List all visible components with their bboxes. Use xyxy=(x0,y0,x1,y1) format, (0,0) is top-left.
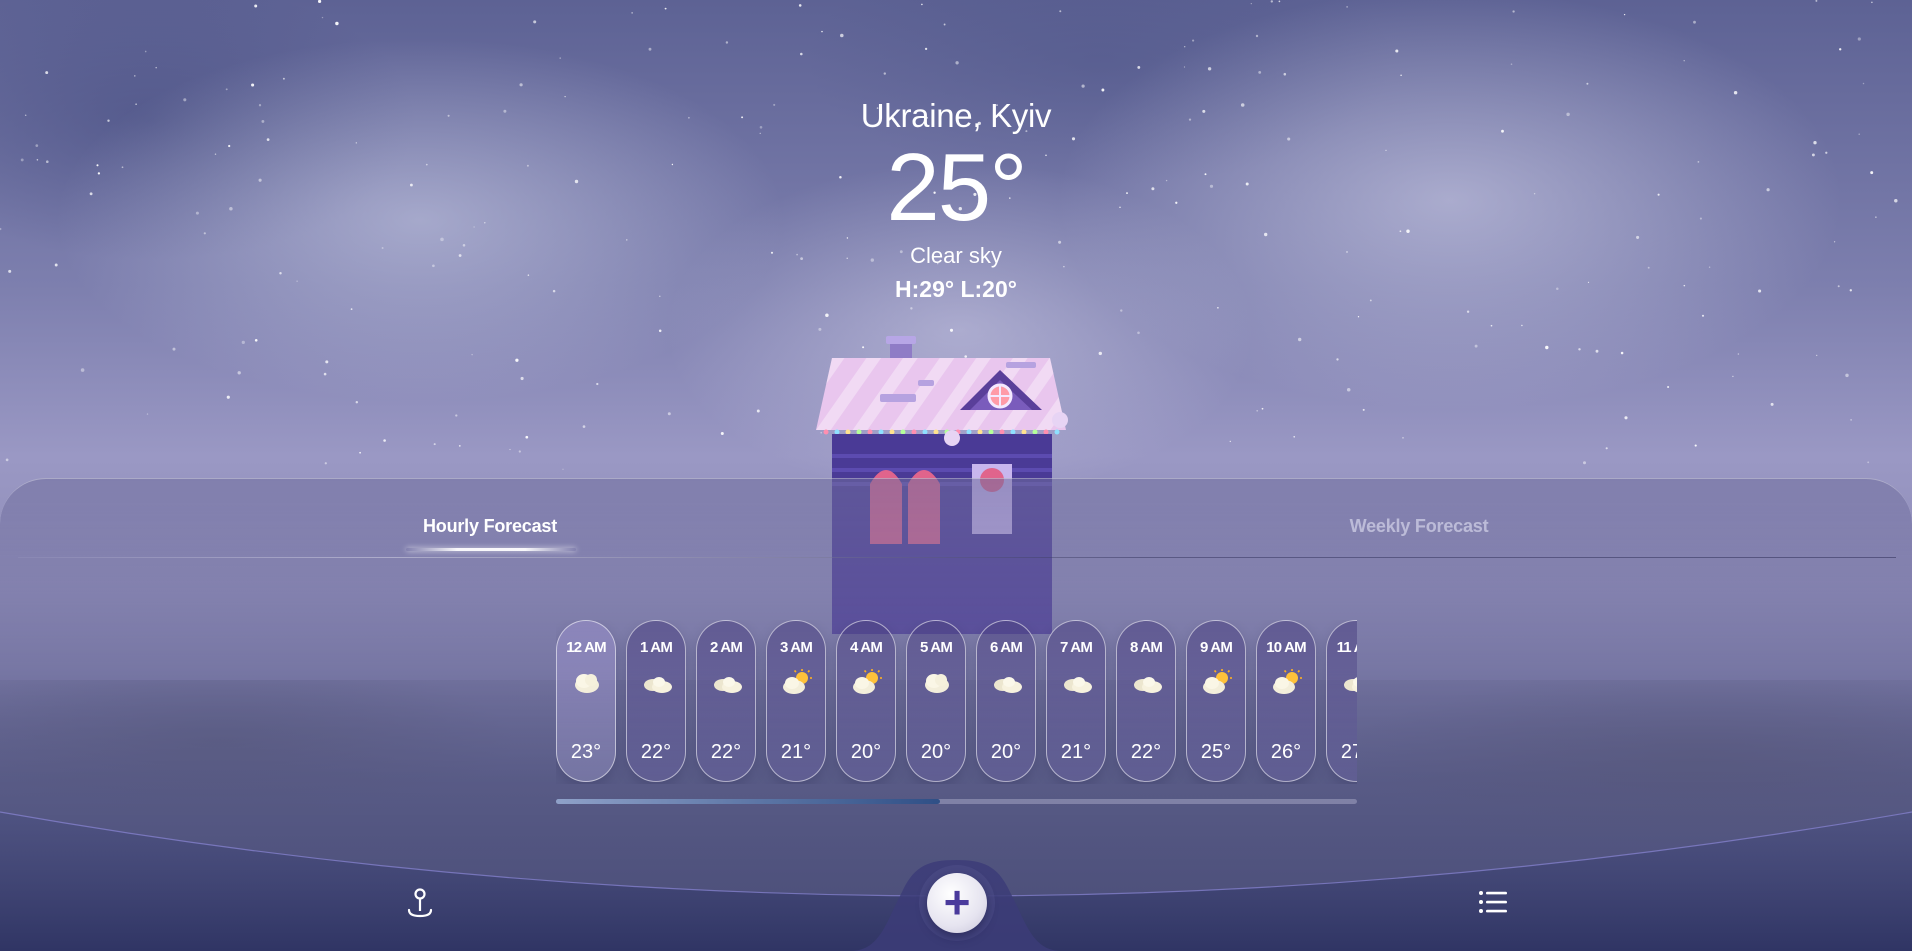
hourly-forecast-scroller[interactable]: 12 AM 23° 1 AM 22° 2 AM 22° 3 AM 21° 4 AM 20° 5 AM… xyxy=(556,620,1357,784)
hourly-forecast-list: 12 AM 23° 1 AM 22° 2 AM 22° 3 AM 21° 4 AM 20° 5 AM… xyxy=(556,620,1357,782)
hour-card[interactable]: 7 AM 21° xyxy=(1046,620,1106,782)
hour-time: 4 AM xyxy=(849,639,883,656)
hour-time: 3 AM xyxy=(779,639,813,656)
hour-time: 9 AM xyxy=(1199,639,1233,656)
high-low-temperature: H:29° L:20° xyxy=(895,276,1017,302)
hour-temperature: 22° xyxy=(640,741,672,763)
clouds-icon xyxy=(1134,677,1162,693)
hour-time: 5 AM xyxy=(919,639,953,656)
hour-time: 1 AM xyxy=(639,639,673,656)
hour-time: 12 AM xyxy=(566,639,606,656)
hour-temperature: 22° xyxy=(1130,741,1162,763)
hour-card[interactable]: 6 AM 20° xyxy=(976,620,1036,782)
hour-card[interactable]: 9 AM 25° xyxy=(1186,620,1246,782)
map-pin-button[interactable] xyxy=(402,884,438,920)
location-title: Ukraine, Kyiv xyxy=(860,97,1052,134)
hour-temperature: 22° xyxy=(710,741,742,763)
hour-temperature: 20° xyxy=(850,741,882,763)
hour-card[interactable]: 11 AM 27° xyxy=(1326,620,1357,782)
add-location-button[interactable]: + xyxy=(927,873,987,933)
plus-icon: + xyxy=(943,875,971,928)
tab-hourly-forecast[interactable]: Hourly Forecast xyxy=(410,516,570,537)
list-button[interactable] xyxy=(1475,884,1511,920)
hour-card[interactable]: 2 AM 22° xyxy=(696,620,756,782)
partly-sunny-icon xyxy=(1203,669,1232,694)
hour-time: 2 AM xyxy=(709,639,743,656)
cloud-icon xyxy=(925,674,949,693)
hour-card[interactable]: 10 AM 26° xyxy=(1256,620,1316,782)
clouds-icon xyxy=(994,677,1022,693)
hour-card[interactable]: 5 AM 20° xyxy=(906,620,966,782)
hour-temperature: 23° xyxy=(570,741,602,763)
hour-card[interactable]: 4 AM 20° xyxy=(836,620,896,782)
clouds-icon xyxy=(714,677,742,693)
hour-time: 6 AM xyxy=(989,639,1023,656)
list-icon xyxy=(1479,891,1507,913)
hour-temperature: 21° xyxy=(1060,741,1092,763)
partly-sunny-icon xyxy=(1273,669,1302,694)
current-temperature: 25° xyxy=(886,134,1027,241)
partly-sunny-icon xyxy=(853,669,882,694)
cloud-icon xyxy=(575,674,599,693)
clouds-icon xyxy=(1064,677,1092,693)
hour-time: 7 AM xyxy=(1059,639,1093,656)
hour-temperature: 26° xyxy=(1270,741,1302,763)
hour-card[interactable]: 1 AM 22° xyxy=(626,620,686,782)
tab-weekly-forecast[interactable]: Weekly Forecast xyxy=(1338,516,1500,537)
hour-time: 8 AM xyxy=(1129,639,1163,656)
tab-divider xyxy=(18,557,1896,558)
hour-time: 10 AM xyxy=(1266,639,1306,656)
hour-time: 11 AM xyxy=(1336,639,1357,656)
hour-card[interactable]: 8 AM 22° xyxy=(1116,620,1176,782)
clouds-icon xyxy=(1344,677,1357,693)
current-weather-header: Ukraine, Kyiv 25° Clear sky H:29° L:20° xyxy=(756,96,1156,304)
hour-temperature: 20° xyxy=(990,741,1022,763)
hour-card[interactable]: 3 AM 21° xyxy=(766,620,826,782)
weather-condition: Clear sky xyxy=(910,243,1002,268)
hour-temperature: 25° xyxy=(1200,741,1232,763)
hour-temperature: 21° xyxy=(780,741,812,763)
active-tab-indicator xyxy=(406,548,576,551)
hour-card[interactable]: 12 AM 23° xyxy=(556,620,616,782)
map-pin-icon xyxy=(407,888,433,918)
partly-sunny-icon xyxy=(783,669,812,694)
hour-temperature: 20° xyxy=(920,741,952,763)
hour-temperature: 27° xyxy=(1340,741,1357,763)
clouds-icon xyxy=(644,677,672,693)
